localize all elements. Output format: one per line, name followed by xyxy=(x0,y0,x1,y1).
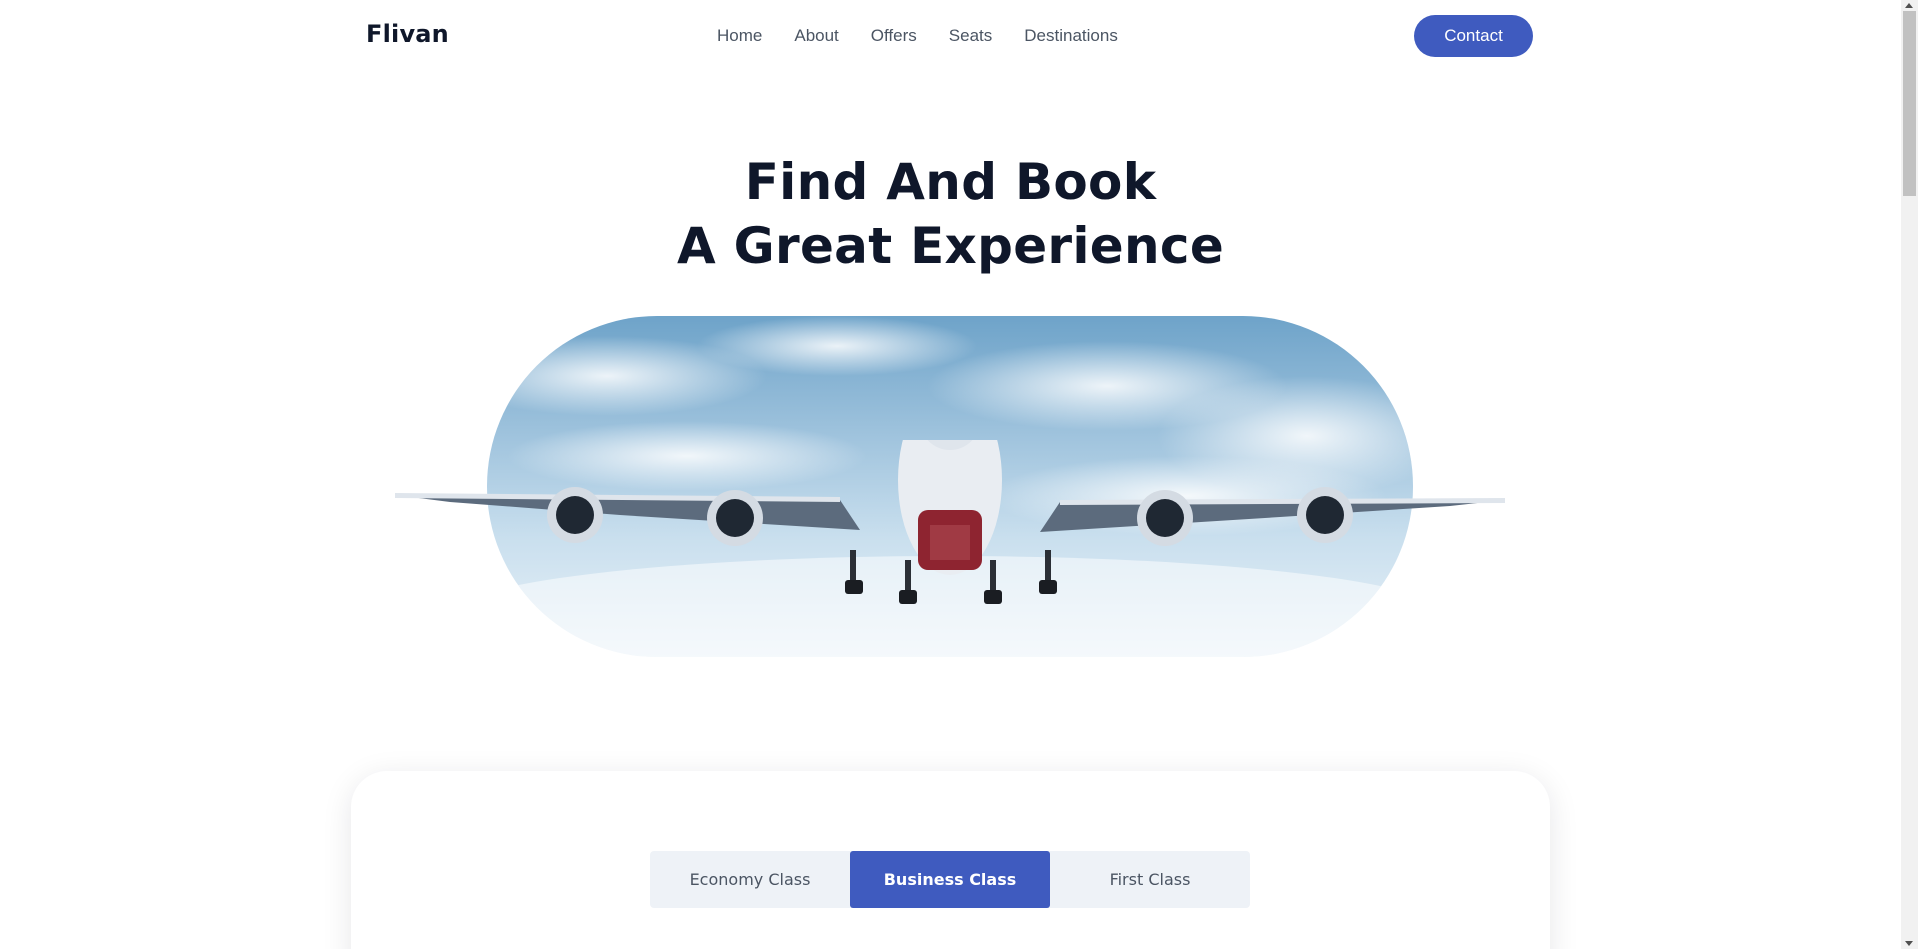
class-tabs: Economy Class Business Class First Class xyxy=(650,851,1250,908)
tab-economy-class[interactable]: Economy Class xyxy=(650,851,850,908)
logo[interactable]: Flivan xyxy=(366,20,449,48)
sky-clouds-icon xyxy=(487,316,1413,657)
contact-button[interactable]: Contact xyxy=(1414,15,1533,57)
scroll-thumb[interactable] xyxy=(1903,11,1916,196)
hero-title-line-1: Find And Book xyxy=(744,153,1157,211)
nav-link-home[interactable]: Home xyxy=(717,26,762,46)
nav-link-destinations[interactable]: Destinations xyxy=(1024,26,1118,46)
tab-business-class[interactable]: Business Class xyxy=(850,851,1050,908)
scroll-up-arrow-icon[interactable] xyxy=(1905,3,1913,8)
hero-title-line-2: A Great Experience xyxy=(676,217,1225,275)
main-nav: Home About Offers Seats Destinations xyxy=(717,26,1150,46)
nav-link-seats[interactable]: Seats xyxy=(949,26,992,46)
nav-link-offers[interactable]: Offers xyxy=(871,26,917,46)
nav-link-about[interactable]: About xyxy=(794,26,838,46)
hero-image xyxy=(487,316,1413,657)
navbar: Flivan Home About Offers Seats Destinati… xyxy=(0,0,1901,72)
scroll-down-arrow-icon[interactable] xyxy=(1905,941,1913,946)
tab-first-class[interactable]: First Class xyxy=(1050,851,1250,908)
hero-title: Find And Book A Great Experience xyxy=(0,150,1901,278)
page-scrollbar[interactable] xyxy=(1901,0,1918,949)
